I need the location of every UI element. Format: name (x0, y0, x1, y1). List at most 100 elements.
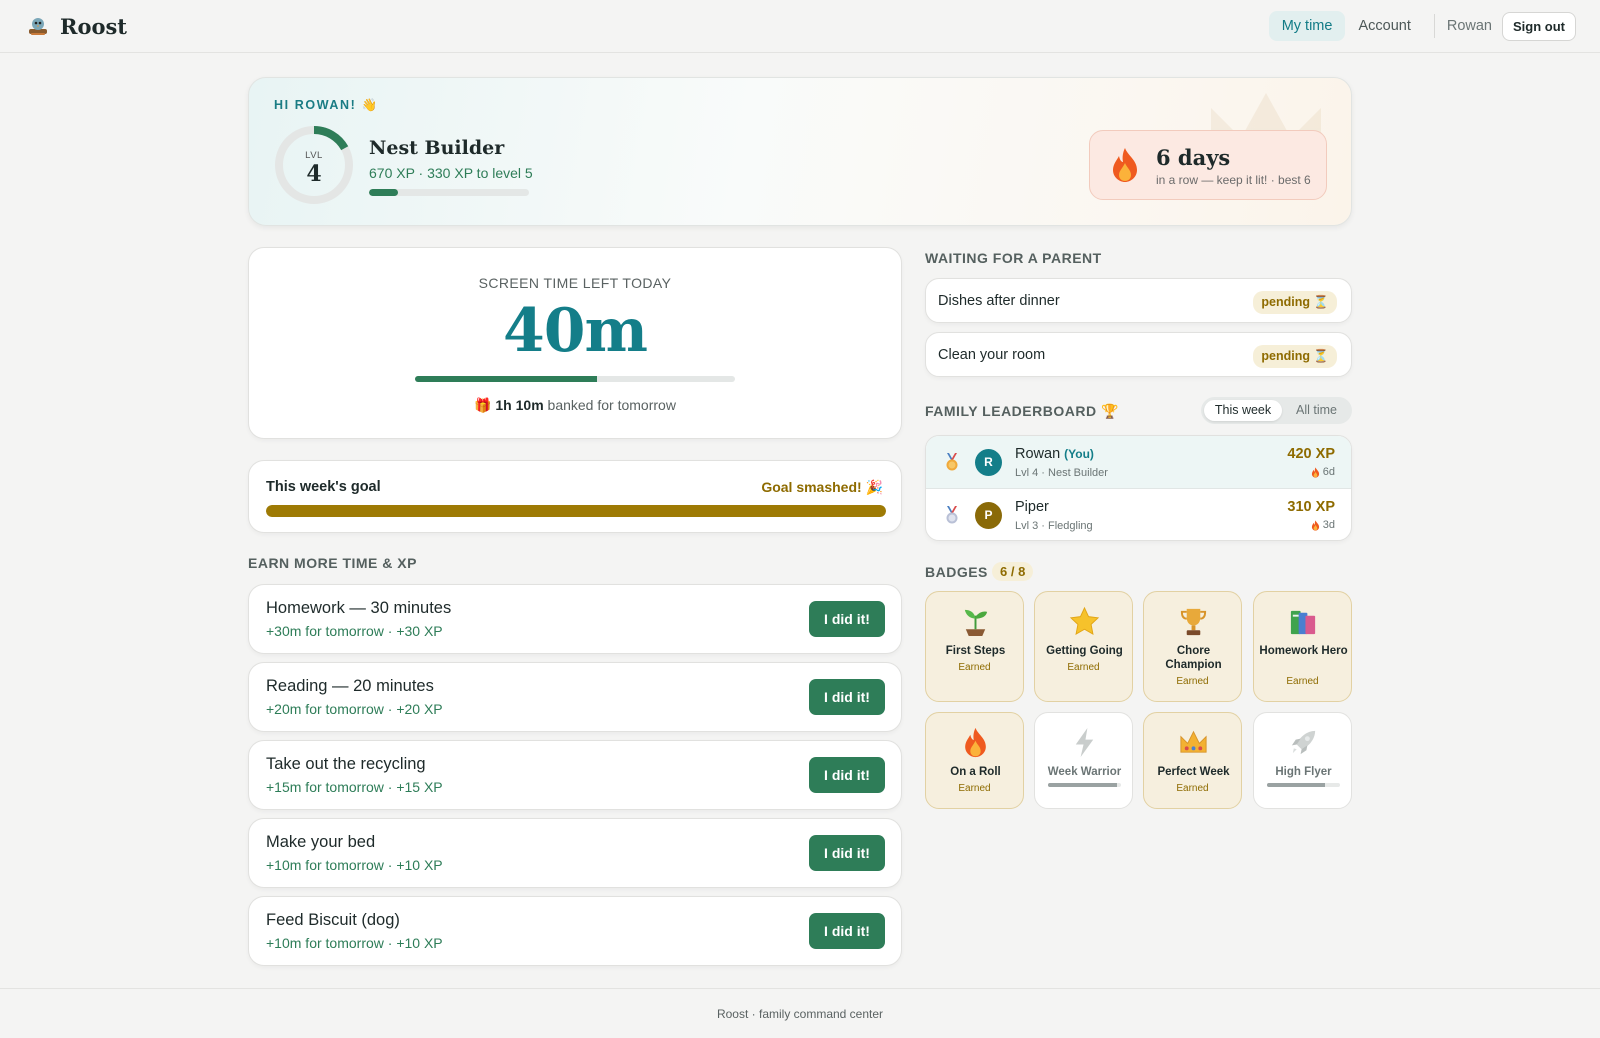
badge-name: Chore Champion (1165, 645, 1222, 671)
level-number: 4 (306, 161, 322, 187)
badge-perfect-week[interactable]: Perfect Week Earned (1143, 712, 1242, 809)
nav-divider (1433, 14, 1435, 38)
badge-progress-fill (1048, 783, 1118, 787)
banked-time: 🎁 1h 10m banked for tomorrow (249, 397, 901, 414)
rank-title: Nest Builder (369, 137, 505, 159)
leaderboard-streak: 3d (1311, 519, 1335, 531)
leaderboard-list: R Rowan (You) Lvl 4 · Nest Builder 420 XP… (925, 435, 1352, 541)
top-bar: Roost My time Account Rowan Sign out (0, 0, 1600, 53)
greeting: HI ROWAN! 👋 (274, 98, 379, 112)
chore-card: Make your bed +10m for tomorrow · +10 XP… (248, 818, 902, 888)
trophy-icon (1180, 608, 1207, 636)
goal-progress-bar (266, 505, 886, 517)
xp-summary: 670 XP · 330 XP to level 5 (369, 165, 533, 181)
brand[interactable]: Roost (26, 14, 127, 39)
goal-progress-fill (266, 505, 886, 517)
badge-name: Homework Hero (1259, 645, 1348, 657)
nav-account[interactable]: Account (1345, 11, 1423, 41)
badge-state: Earned (1286, 676, 1319, 687)
leaderboard-range-toggle: This week All time (1201, 397, 1352, 424)
screen-time-label: SCREEN TIME LEFT TODAY (478, 275, 672, 291)
leaderboard-level: Lvl 3 · Fledgling (1015, 520, 1093, 532)
badge-week-warrior[interactable]: Week Warrior (1034, 712, 1133, 809)
lightning-icon (1075, 727, 1094, 758)
flame-icon (1113, 148, 1137, 182)
badge-name: First Steps (945, 645, 1006, 657)
leaderboard-row: R Rowan (You) Lvl 4 · Nest Builder 420 XP… (926, 436, 1351, 489)
xp-progress-bar (369, 189, 529, 196)
chore-card: Take out the recycling +15m for tomorrow… (248, 740, 902, 810)
badge-name: Getting Going (1046, 645, 1123, 657)
banked-text: banked for tomorrow (543, 397, 676, 413)
badge-state: Earned (1176, 783, 1209, 794)
flame-icon (1311, 519, 1319, 531)
badge-name: On a Roll (950, 766, 1001, 778)
pending-item-name: Clean your room (938, 347, 1046, 363)
footer: Roost · family command center (0, 988, 1600, 1038)
pending-badge: pending ⏳ (1253, 345, 1337, 368)
player-name: Piper (1015, 499, 1049, 515)
chore-name: Feed Biscuit (dog) (266, 911, 400, 929)
nav-my-time[interactable]: My time (1268, 11, 1346, 41)
chore-reward: +30m for tomorrow · +30 XP (266, 623, 443, 639)
player-name: Rowan (1015, 446, 1061, 462)
chore-reward: +10m for tomorrow · +10 XP (266, 935, 443, 951)
goal-status: Goal smashed! 🎉 (761, 479, 883, 495)
badge-progress-bar (1048, 783, 1121, 787)
chore-name: Make your bed (266, 833, 376, 851)
i-did-it-button[interactable]: I did it! (809, 835, 885, 871)
leaderboard-xp: 420 XP (1287, 446, 1335, 462)
avatar: R (975, 449, 1002, 476)
screen-time-card: SCREEN TIME LEFT TODAY 40m 🎁 1h 10m bank… (248, 247, 902, 439)
streak-card: 6 days in a row — keep it lit! · best 6 (1089, 130, 1327, 200)
sprout-icon (964, 609, 988, 637)
star-icon (1069, 606, 1100, 636)
screen-time-value: 40m (503, 296, 648, 366)
pending-item: Dishes after dinner pending ⏳ (925, 278, 1352, 323)
weekly-goal-card: This week's goal Goal smashed! 🎉 (248, 460, 902, 533)
badges-count: 6 / 8 (992, 562, 1034, 581)
badge-homework-hero[interactable]: Homework Hero Earned (1253, 591, 1352, 702)
pending-item: Clean your room pending ⏳ (925, 332, 1352, 377)
badge-name: Week Warrior (1047, 766, 1122, 778)
bird-logo-icon (29, 17, 47, 35)
i-did-it-button[interactable]: I did it! (809, 757, 885, 793)
badge-on-a-roll[interactable]: On a Roll Earned (925, 712, 1024, 809)
i-did-it-button[interactable]: I did it! (809, 679, 885, 715)
earn-section-title: EARN MORE TIME & XP (248, 555, 417, 571)
badge-state: Earned (958, 662, 991, 673)
tab-all-time[interactable]: All time (1284, 400, 1349, 421)
badge-chore-champion[interactable]: Chore Champion Earned (1143, 591, 1242, 702)
xp-progress-fill (369, 189, 398, 196)
books-icon (1290, 610, 1316, 635)
badge-high-flyer[interactable]: High Flyer (1253, 712, 1352, 809)
hero-card: HI ROWAN! 👋 LVL 4 Nest Builder 670 XP · … (248, 77, 1352, 226)
gift-icon: 🎁 (474, 397, 492, 413)
pending-badge: pending ⏳ (1253, 291, 1337, 314)
chore-reward: +15m for tomorrow · +15 XP (266, 779, 443, 795)
i-did-it-button[interactable]: I did it! (809, 601, 885, 637)
waiting-section-title: WAITING FOR A PARENT (925, 250, 1102, 266)
level-label: LVL (305, 150, 323, 161)
sign-out-button[interactable]: Sign out (1502, 11, 1576, 41)
leaderboard-streak: 6d (1311, 466, 1335, 478)
badge-state: Earned (1067, 662, 1100, 673)
tab-this-week[interactable]: This week (1204, 400, 1282, 421)
chore-reward: +10m for tomorrow · +10 XP (266, 857, 443, 873)
streak-value: 6d (1322, 466, 1335, 478)
i-did-it-button[interactable]: I did it! (809, 913, 885, 949)
leaderboard-row: P Piper Lvl 3 · Fledgling 310 XP 3d (926, 489, 1351, 540)
crown-icon (1180, 730, 1207, 753)
leaderboard-name: Piper (1015, 499, 1049, 515)
flame-icon (1311, 466, 1319, 478)
banked-amount: 1h 10m (495, 397, 544, 413)
streak-days: 6 days (1156, 145, 1231, 170)
flame-icon (965, 727, 986, 758)
badge-first-steps[interactable]: First Steps Earned (925, 591, 1024, 702)
badges-title: BADGES (925, 564, 988, 580)
chore-name: Reading — 20 minutes (266, 677, 434, 695)
chore-card: Homework — 30 minutes +30m for tomorrow … (248, 584, 902, 654)
badge-getting-going[interactable]: Getting Going Earned (1034, 591, 1133, 702)
top-nav: My time Account Rowan Sign out (1268, 10, 1576, 42)
avatar: P (975, 502, 1002, 529)
